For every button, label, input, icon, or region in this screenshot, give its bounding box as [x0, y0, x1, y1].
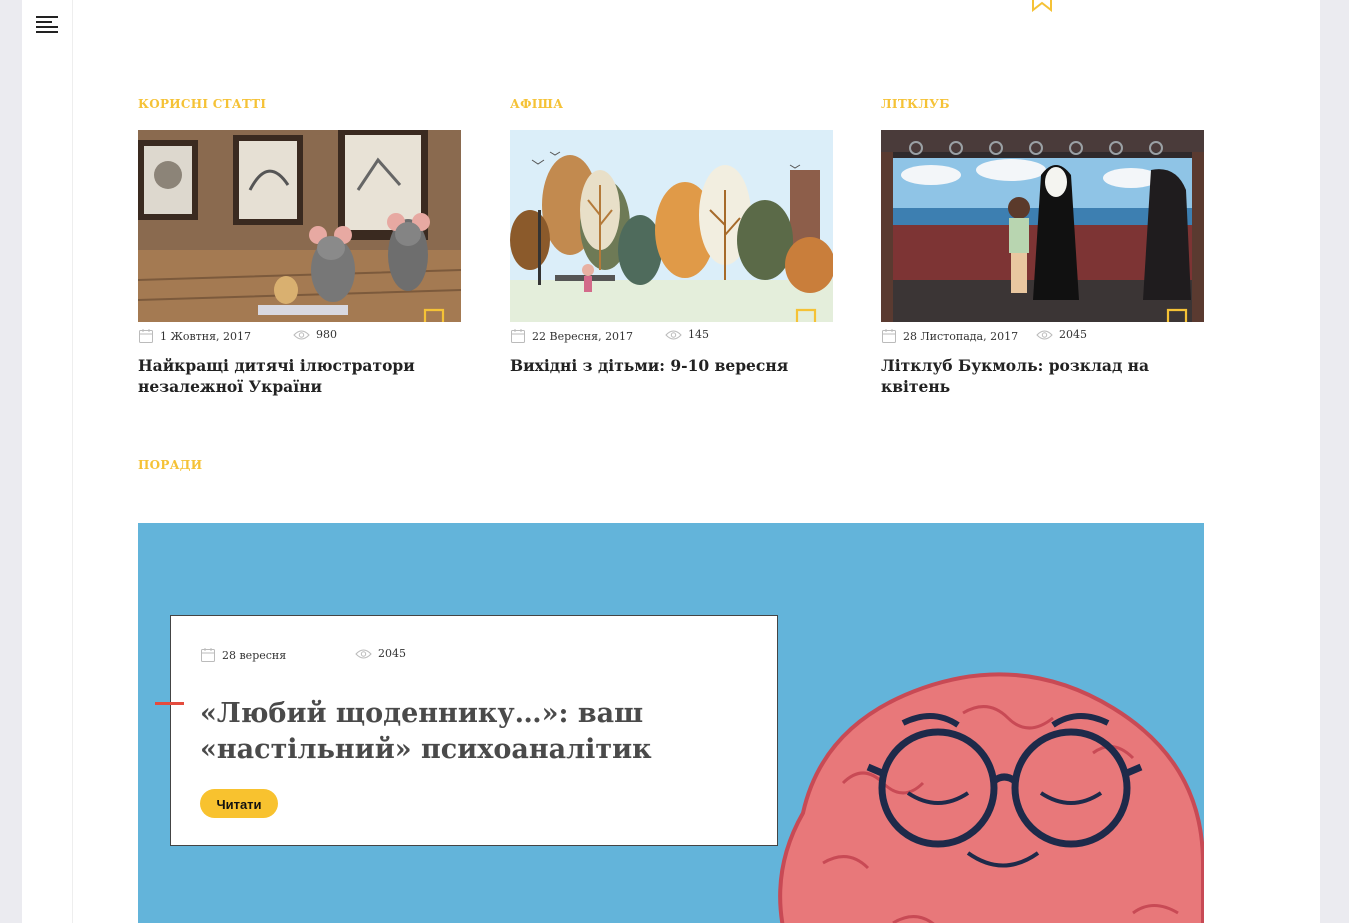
article-date: 22 Вересня, 2017 — [532, 329, 634, 343]
article-image-autumn-park[interactable] — [510, 130, 833, 322]
read-button[interactable]: Читати — [200, 789, 278, 818]
article-title[interactable]: Літклуб Букмоль: розклад на квітень — [881, 355, 1204, 397]
article-date: 28 Листопада, 2017 — [903, 329, 1019, 343]
article-card-useful[interactable]: 1 Жовтня, 2017 980 Найкращі дитячі ілюст… — [138, 130, 461, 397]
calendar-icon — [511, 329, 525, 343]
article-date: 28 вересня — [222, 648, 287, 662]
article-views: 2045 — [1059, 328, 1087, 341]
section-label-litklub[interactable]: ЛІТКЛУБ — [881, 97, 950, 111]
article-card-litklub[interactable]: 28 Листопада, 2017 2045 Літклуб Букмоль:… — [881, 130, 1204, 397]
article-meta: 1 Жовтня, 2017 980 — [138, 328, 461, 348]
eye-icon — [1036, 330, 1053, 339]
eye-icon — [355, 649, 372, 658]
article-card-afisha[interactable]: 22 Вересня, 2017 145 Вихідні з дітьми: 9… — [510, 130, 833, 376]
article-title[interactable]: Вихідні з дітьми: 9-10 вересня — [510, 355, 833, 376]
eye-icon — [665, 330, 682, 339]
featured-article-card: 28 вересня 2045 «Любий щоденнику…»: ваш … — [170, 615, 778, 846]
article-views: 2045 — [378, 647, 406, 660]
menu-icon[interactable] — [36, 16, 58, 34]
bookmark-icon[interactable] — [1031, 0, 1053, 12]
article-image-mice-illustration[interactable] — [138, 130, 461, 322]
brain-illustration — [778, 672, 1204, 923]
section-label-afisha[interactable]: АФІША — [510, 97, 563, 111]
calendar-icon — [882, 329, 896, 343]
bookmark-icon[interactable] — [423, 308, 445, 322]
article-meta: 28 Листопада, 2017 2045 — [881, 328, 1204, 348]
title-marker — [155, 702, 184, 705]
calendar-icon — [139, 329, 153, 343]
bookmark-icon[interactable] — [795, 308, 817, 322]
sidebar — [22, 0, 73, 923]
article-views: 980 — [316, 328, 337, 341]
article-title[interactable]: Найкращі дитячі ілюстратори незалежної У… — [138, 355, 461, 397]
section-label-tips[interactable]: ПОРАДИ — [138, 458, 202, 472]
page: КОРИСНІ СТАТТІ АФІША ЛІТКЛУБ 1 Жовтня, 2… — [22, 0, 1320, 923]
featured-article-title[interactable]: «Любий щоденнику…»: ваш «настільний» пси… — [200, 696, 720, 768]
article-image-train-scene[interactable] — [881, 130, 1204, 322]
article-views: 145 — [688, 328, 709, 341]
section-label-useful[interactable]: КОРИСНІ СТАТТІ — [138, 97, 266, 111]
article-meta: 22 Вересня, 2017 145 — [510, 328, 833, 348]
calendar-icon — [201, 648, 215, 662]
featured-article-banner[interactable]: 28 вересня 2045 «Любий щоденнику…»: ваш … — [138, 523, 1204, 923]
article-date: 1 Жовтня, 2017 — [160, 329, 252, 343]
eye-icon — [293, 330, 310, 339]
bookmark-icon[interactable] — [1166, 308, 1188, 322]
